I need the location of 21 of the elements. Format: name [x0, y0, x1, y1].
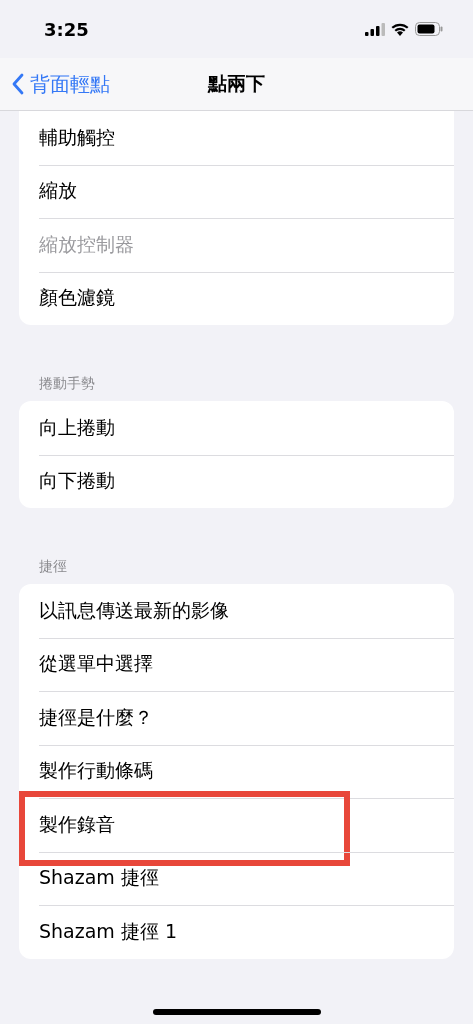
list-item[interactable]: 向上捲動 — [19, 401, 454, 455]
list-item[interactable]: 製作行動條碼 — [19, 744, 454, 798]
list-item[interactable]: 向下捲動 — [19, 454, 454, 508]
signal-icon — [365, 22, 385, 36]
list-item[interactable]: 從選單中選擇 — [19, 637, 454, 691]
nav-title: 點兩下 — [208, 71, 265, 96]
section-header: 捷徑 — [38, 558, 68, 576]
list-item[interactable]: 縮放 — [19, 164, 454, 218]
list-item[interactable]: 製作錄音 — [19, 798, 454, 852]
wifi-icon — [391, 22, 409, 36]
back-chevron-icon — [12, 73, 24, 95]
list-item[interactable]: 輔助觸控 — [19, 111, 454, 165]
battery-icon — [415, 22, 443, 36]
back-button[interactable]: 背面輕點 — [0, 70, 110, 98]
list-item[interactable]: Shazam 捷徑 1 — [19, 905, 454, 959]
list-item[interactable]: 顏色濾鏡 — [19, 271, 454, 325]
list-item[interactable]: Shazam 捷徑 — [19, 851, 454, 905]
list-item[interactable]: 以訊息傳送最新的影像 — [19, 584, 454, 638]
list-item[interactable]: 捷徑是什麼？ — [19, 691, 454, 745]
section-header: 捲動手勢 — [38, 375, 96, 393]
status-time: 3:25 — [44, 18, 89, 40]
